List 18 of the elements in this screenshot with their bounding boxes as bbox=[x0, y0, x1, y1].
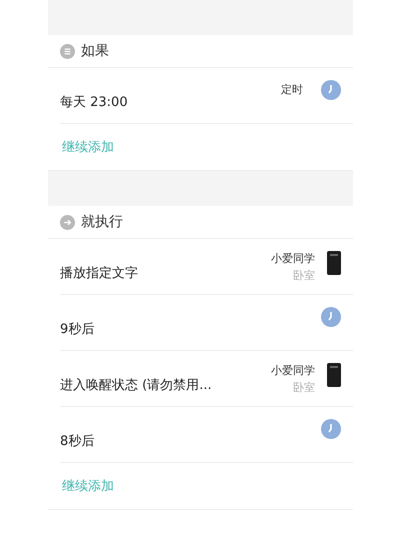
clock-icon bbox=[321, 307, 341, 327]
device-name: 小爱同学 bbox=[271, 363, 315, 378]
section-title: 就执行 bbox=[81, 213, 123, 231]
clock-icon bbox=[321, 80, 341, 100]
clock-icon bbox=[321, 419, 341, 439]
rule-item[interactable]: 8秒后 bbox=[60, 432, 94, 450]
list-icon bbox=[60, 44, 75, 58]
rule-item[interactable]: 进入唤醒状态 (请勿禁用... bbox=[60, 376, 212, 394]
rule-item[interactable]: 每天 23:00 bbox=[60, 92, 128, 110]
speaker-icon bbox=[327, 363, 341, 387]
rule-item[interactable]: 9秒后 bbox=[60, 320, 94, 338]
speaker-icon bbox=[327, 251, 341, 275]
trigger-label: 定时 bbox=[281, 82, 303, 97]
room-name: 卧室 bbox=[293, 268, 315, 283]
section-title: 如果 bbox=[81, 42, 109, 60]
room-name: 卧室 bbox=[293, 380, 315, 395]
rule-item[interactable]: 播放指定文字 bbox=[60, 264, 138, 282]
device-name: 小爱同学 bbox=[271, 251, 315, 266]
